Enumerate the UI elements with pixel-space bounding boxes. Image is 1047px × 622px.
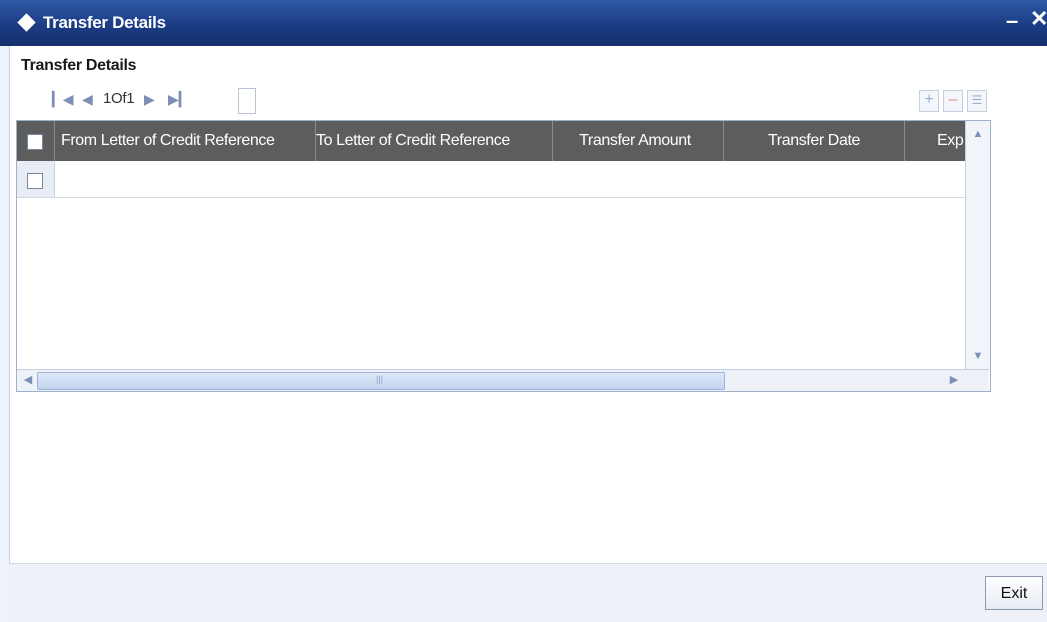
- add-row-button[interactable]: +: [919, 90, 939, 112]
- grid-navigation-bar: ▎◀ ◀ 1Of1 ▶ ▶▎ + – ☰: [16, 80, 997, 120]
- vertical-scrollbar[interactable]: ▲ ▼: [965, 121, 990, 371]
- previous-page-icon[interactable]: ◀: [82, 91, 93, 108]
- page-indicator: 1Of1: [103, 90, 135, 107]
- row-select-cell: [17, 161, 55, 197]
- first-page-icon[interactable]: ▎◀: [52, 91, 74, 108]
- column-header-transfer-date[interactable]: Transfer Date: [724, 121, 905, 161]
- scroll-left-icon[interactable]: ◀: [19, 371, 37, 389]
- transfer-details-window: Transfer Details – ✕ Transfer Details ▎◀…: [0, 0, 1047, 622]
- column-header-to-lc-reference[interactable]: To Letter of Credit Reference: [310, 121, 553, 161]
- list-view-icon: ☰: [971, 93, 983, 107]
- minus-icon: –: [948, 91, 958, 108]
- minimize-button[interactable]: –: [1006, 8, 1018, 34]
- plus-icon: +: [924, 91, 934, 108]
- transfer-details-grid: From Letter of Credit Reference To Lette…: [16, 120, 991, 392]
- table-row[interactable]: [17, 161, 965, 198]
- select-all-checkbox[interactable]: [27, 134, 43, 150]
- scroll-down-icon[interactable]: ▼: [969, 347, 987, 365]
- page-number-input[interactable]: [238, 88, 256, 114]
- horizontal-scroll-thumb[interactable]: |||: [37, 372, 725, 390]
- window-title: Transfer Details: [43, 13, 166, 32]
- next-page-icon[interactable]: ▶: [144, 91, 155, 108]
- footer-bar: [9, 564, 1047, 622]
- title-bar[interactable]: Transfer Details – ✕: [0, 0, 1047, 46]
- window-diamond-icon: [17, 13, 36, 32]
- grid-header-row: From Letter of Credit Reference To Lette…: [17, 121, 965, 161]
- horizontal-scrollbar[interactable]: ◀ ||| ▶: [17, 369, 989, 391]
- delete-row-button[interactable]: –: [943, 90, 963, 112]
- scroll-up-icon[interactable]: ▲: [969, 125, 987, 143]
- left-frame: [0, 46, 10, 622]
- row-checkbox[interactable]: [27, 173, 43, 189]
- scroll-right-icon[interactable]: ▶: [945, 371, 963, 389]
- exit-button[interactable]: Exit: [985, 576, 1043, 610]
- last-page-icon[interactable]: ▶▎: [168, 91, 190, 108]
- single-view-button[interactable]: ☰: [967, 90, 987, 112]
- column-header-transfer-amount[interactable]: Transfer Amount: [547, 121, 724, 161]
- column-header-from-lc-reference[interactable]: From Letter of Credit Reference: [55, 121, 316, 161]
- close-button[interactable]: ✕: [1030, 6, 1047, 32]
- select-all-cell: [17, 121, 55, 161]
- scroll-grip-icon: |||: [376, 374, 384, 384]
- section-title: Transfer Details: [21, 57, 137, 74]
